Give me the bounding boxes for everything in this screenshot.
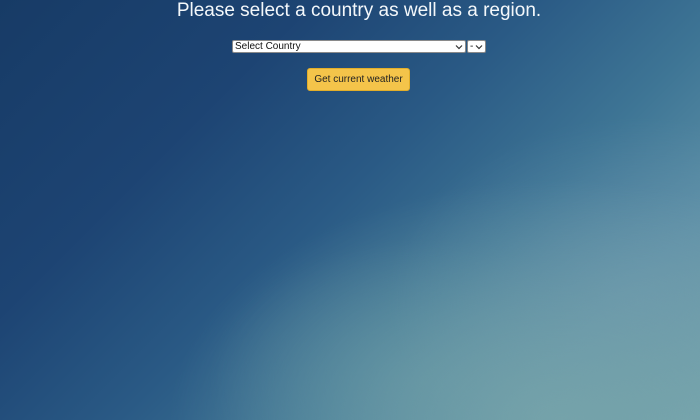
page-title: Please select a country as well as a reg… xyxy=(176,0,542,21)
region-select[interactable]: - xyxy=(467,40,486,53)
chevron-down-icon xyxy=(475,41,483,52)
location-selectors: Select Country - xyxy=(232,40,486,54)
get-weather-button[interactable]: Get current weather xyxy=(307,68,410,91)
country-select[interactable]: Select Country xyxy=(232,40,466,53)
country-select-value: Select Country xyxy=(235,41,301,52)
chevron-down-icon xyxy=(455,41,463,52)
region-select-value: - xyxy=(470,41,474,52)
